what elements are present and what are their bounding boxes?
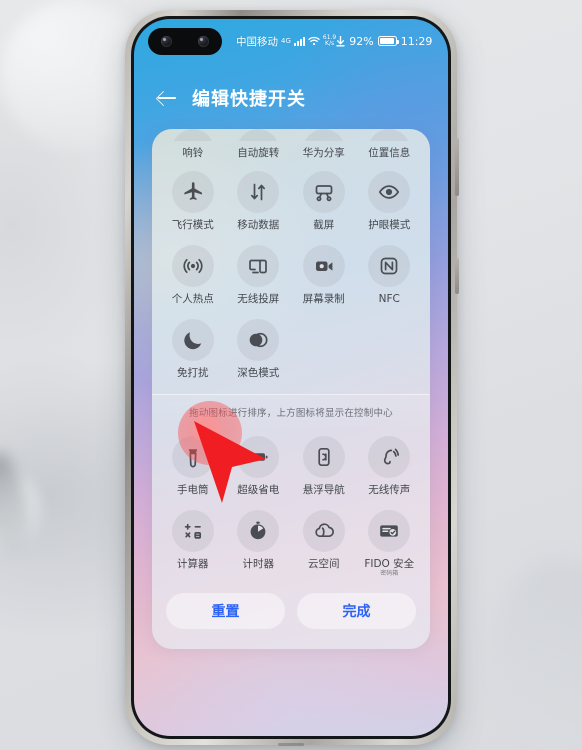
tile-grid-active: 飞行模式 移动数据 截屏 护眼模式 个人热点 无线投屏 屏幕录制 NFC 免打扰… — [152, 164, 430, 384]
hotspot-icon — [171, 245, 214, 288]
tile-label: 截屏 — [313, 219, 335, 232]
tile-cloud-space[interactable]: 云空间 — [291, 503, 357, 583]
tile-label: 屏幕录制 — [302, 293, 345, 306]
battery-icon — [377, 36, 399, 46]
power-button[interactable] — [455, 258, 459, 294]
tile-floating-navigation[interactable]: 悬浮导航 — [291, 429, 357, 501]
tile-screen-record[interactable]: 屏幕录制 — [291, 238, 357, 310]
tile-label-main: FIDO 安全 — [364, 558, 415, 571]
status-bar: 中国移动 4G 61.9 K/s 92% 11:29 — [134, 19, 448, 63]
tile-do-not-disturb[interactable]: 免打扰 — [160, 312, 226, 384]
tile-label: 无线传声 — [368, 484, 411, 497]
bell-icon — [171, 129, 214, 141]
signal-bars-icon — [293, 36, 305, 46]
airplane-icon — [171, 171, 214, 214]
tile-label: 响铃 — [182, 147, 204, 159]
mouse-cursor-arrow-icon — [194, 421, 266, 503]
tile-bell[interactable]: 响铃 — [160, 129, 226, 164]
tile-label-sub: 密码箱 — [380, 570, 399, 578]
card-action-row: 重置 完成 — [152, 583, 430, 641]
tile-calculator[interactable]: 计算器 — [160, 503, 226, 583]
eye-comfort-icon — [368, 171, 411, 214]
tile-label: 位置信息 — [368, 147, 411, 159]
network-speed-unit: K/s — [325, 40, 335, 47]
tile-label: 个人热点 — [171, 293, 214, 306]
front-camera-lens-2 — [198, 36, 209, 47]
background-surface-shadow — [496, 560, 582, 750]
timer-icon — [237, 510, 280, 553]
dual-punch-hole-camera — [148, 28, 222, 55]
page-header: 编辑快捷开关 — [134, 63, 448, 129]
tile-mobile-data[interactable]: 移动数据 — [226, 164, 292, 236]
tile-dark-mode[interactable]: 深色模式 — [226, 312, 292, 384]
tile-label: 华为分享 — [302, 147, 345, 159]
tile-label: 移动数据 — [237, 219, 280, 232]
tile-grid-top-clipped: 响铃 自动旋转 华为分享 位置信息 — [152, 129, 430, 164]
huawei-share-icon — [302, 129, 345, 141]
phone-screen: 中国移动 4G 61.9 K/s 92% 11:29 编辑快捷开关 响铃 自动旋… — [134, 19, 448, 736]
cloud-icon — [302, 510, 345, 553]
tile-wireless-sound[interactable]: 无线传声 — [357, 429, 423, 501]
background-object — [0, 448, 37, 560]
tile-wireless-projection[interactable]: 无线投屏 — [226, 238, 292, 310]
wireless-sound-icon — [368, 436, 411, 479]
cast-screen-icon — [237, 245, 280, 288]
moon-icon — [171, 319, 214, 362]
wifi-icon — [308, 36, 320, 46]
edit-shortcuts-card: 响铃 自动旋转 华为分享 位置信息 飞行模式 移动数据 截屏 护眼模式 个人热点… — [152, 129, 430, 650]
screenshot-icon — [302, 171, 345, 214]
tile-screenshot[interactable]: 截屏 — [291, 164, 357, 236]
reset-button[interactable]: 重置 — [166, 593, 285, 630]
tile-label: 深色模式 — [237, 367, 280, 380]
floating-navigation-icon — [302, 436, 345, 479]
background-object-glow — [0, 470, 40, 550]
tile-label: 飞行模式 — [171, 219, 214, 232]
download-arrow-icon — [336, 35, 345, 46]
location-icon — [368, 129, 411, 141]
tile-airplane-mode[interactable]: 飞行模式 — [160, 164, 226, 236]
network-type-label: 4G — [281, 37, 291, 45]
speaker-slot — [278, 743, 304, 746]
tile-eye-comfort[interactable]: 护眼模式 — [357, 164, 423, 236]
status-bar-left: 中国移动 4G 61.9 K/s — [236, 34, 336, 49]
tile-location[interactable]: 位置信息 — [357, 129, 423, 164]
screenshot-scene: 中国移动 4G 61.9 K/s 92% 11:29 编辑快捷开关 响铃 自动旋… — [0, 0, 582, 750]
front-camera-lens-1 — [161, 36, 172, 47]
status-bar-right: 92% 11:29 — [336, 35, 432, 48]
tile-nfc[interactable]: NFC — [357, 238, 423, 310]
calculator-icon — [171, 510, 214, 553]
fido-security-icon — [368, 510, 411, 553]
page-title: 编辑快捷开关 — [192, 89, 306, 110]
nfc-icon — [368, 245, 411, 288]
volume-button[interactable] — [455, 138, 459, 196]
tile-label: FIDO 安全 密码箱 — [364, 558, 414, 578]
tile-label: 自动旋转 — [237, 147, 280, 159]
tile-label: 护眼模式 — [368, 219, 411, 232]
dark-mode-icon — [237, 319, 280, 362]
tile-huawei-share[interactable]: 华为分享 — [291, 129, 357, 164]
tile-fido-security[interactable]: FIDO 安全 密码箱 — [357, 503, 423, 583]
tile-label: 计时器 — [242, 558, 275, 571]
battery-percent-label: 92% — [349, 34, 374, 48]
auto-rotate-icon — [237, 129, 280, 141]
phone-device: 中国移动 4G 61.9 K/s 92% 11:29 编辑快捷开关 响铃 自动旋… — [125, 10, 459, 746]
mobile-data-icon — [237, 171, 280, 214]
tile-personal-hotspot[interactable]: 个人热点 — [160, 238, 226, 310]
tile-auto-rotate[interactable]: 自动旋转 — [226, 129, 292, 164]
carrier-name: 中国移动 — [236, 35, 278, 48]
tile-timer[interactable]: 计时器 — [226, 503, 292, 583]
screen-record-icon — [302, 245, 345, 288]
clock-label: 11:29 — [400, 34, 433, 48]
tile-label: 免打扰 — [177, 367, 209, 380]
tile-label: 云空间 — [308, 558, 340, 571]
phone-bezel: 中国移动 4G 61.9 K/s 92% 11:29 编辑快捷开关 响铃 自动旋… — [131, 16, 451, 739]
back-arrow-icon[interactable] — [156, 87, 178, 109]
tile-label: 悬浮导航 — [302, 484, 345, 497]
tile-label: 计算器 — [177, 558, 209, 571]
network-speed-indicator: 61.9 K/s — [323, 35, 336, 47]
tile-label: 无线投屏 — [237, 293, 280, 306]
tile-label: NFC — [378, 293, 400, 306]
done-button[interactable]: 完成 — [297, 593, 416, 630]
